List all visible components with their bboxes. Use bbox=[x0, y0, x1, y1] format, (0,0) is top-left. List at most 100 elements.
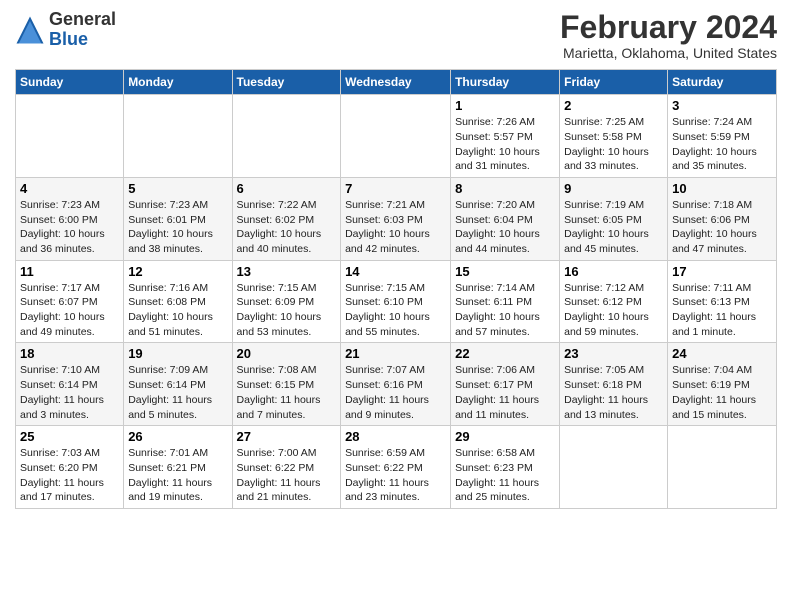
day-number: 21 bbox=[345, 346, 446, 361]
calendar-cell: 27 Sunrise: 7:00 AM Sunset: 6:22 PM Dayli… bbox=[232, 426, 341, 509]
calendar-cell: 7 Sunrise: 7:21 AM Sunset: 6:03 PM Daylig… bbox=[341, 177, 451, 260]
calendar-cell: 15Sunrise: 7:14 AM Sunset: 6:11 PM Dayli… bbox=[451, 260, 560, 343]
week-row-1: 1Sunrise: 7:26 AM Sunset: 5:57 PM Daylig… bbox=[16, 95, 777, 178]
day-number: 17 bbox=[672, 264, 772, 279]
calendar-cell bbox=[16, 95, 124, 178]
logo: General Blue bbox=[15, 10, 116, 50]
day-number: 25 bbox=[20, 429, 119, 444]
day-info: Sunrise: 7:04 AM Sunset: 6:19 PM Dayligh… bbox=[672, 363, 772, 422]
calendar-cell: 23 Sunrise: 7:05 AM Sunset: 6:18 PM Dayli… bbox=[560, 343, 668, 426]
day-info: Sunrise: 7:22 AM Sunset: 6:02 PM Dayligh… bbox=[237, 198, 337, 257]
calendar-cell bbox=[668, 426, 777, 509]
calendar-cell: 6 Sunrise: 7:22 AM Sunset: 6:02 PM Daylig… bbox=[232, 177, 341, 260]
calendar-cell: 10Sunrise: 7:18 AM Sunset: 6:06 PM Dayli… bbox=[668, 177, 777, 260]
day-number: 10 bbox=[672, 181, 772, 196]
calendar-cell bbox=[341, 95, 451, 178]
day-number: 19 bbox=[128, 346, 227, 361]
day-number: 14 bbox=[345, 264, 446, 279]
calendar-cell: 3Sunrise: 7:24 AM Sunset: 5:59 PM Daylig… bbox=[668, 95, 777, 178]
calendar-cell bbox=[232, 95, 341, 178]
day-number: 11 bbox=[20, 264, 119, 279]
day-number: 8 bbox=[455, 181, 555, 196]
weekday-header-tuesday: Tuesday bbox=[232, 70, 341, 95]
month-title: February 2024 bbox=[560, 10, 777, 45]
calendar-cell: 22 Sunrise: 7:06 AM Sunset: 6:17 PM Dayli… bbox=[451, 343, 560, 426]
calendar-cell: 4 Sunrise: 7:23 AM Sunset: 6:00 PM Daylig… bbox=[16, 177, 124, 260]
day-info: Sunrise: 6:59 AM Sunset: 6:22 PM Dayligh… bbox=[345, 446, 446, 505]
calendar-cell: 8Sunrise: 7:20 AM Sunset: 6:04 PM Daylig… bbox=[451, 177, 560, 260]
day-info: Sunrise: 7:23 AM Sunset: 6:00 PM Dayligh… bbox=[20, 198, 119, 257]
week-row-3: 11 Sunrise: 7:17 AM Sunset: 6:07 PM Dayli… bbox=[16, 260, 777, 343]
week-row-4: 18 Sunrise: 7:10 AM Sunset: 6:14 PM Dayli… bbox=[16, 343, 777, 426]
day-info: Sunrise: 7:19 AM Sunset: 6:05 PM Dayligh… bbox=[564, 198, 663, 257]
day-info: Sunrise: 7:09 AM Sunset: 6:14 PM Dayligh… bbox=[128, 363, 227, 422]
day-info: Sunrise: 7:00 AM Sunset: 6:22 PM Dayligh… bbox=[237, 446, 337, 505]
logo-line1: General bbox=[49, 9, 116, 29]
calendar-cell: 21Sunrise: 7:07 AM Sunset: 6:16 PM Dayli… bbox=[341, 343, 451, 426]
day-info: Sunrise: 7:06 AM Sunset: 6:17 PM Dayligh… bbox=[455, 363, 555, 422]
day-number: 20 bbox=[237, 346, 337, 361]
day-info: Sunrise: 7:12 AM Sunset: 6:12 PM Dayligh… bbox=[564, 281, 663, 340]
day-info: Sunrise: 7:24 AM Sunset: 5:59 PM Dayligh… bbox=[672, 115, 772, 174]
day-info: Sunrise: 7:15 AM Sunset: 6:09 PM Dayligh… bbox=[237, 281, 337, 340]
day-number: 13 bbox=[237, 264, 337, 279]
weekday-header-wednesday: Wednesday bbox=[341, 70, 451, 95]
day-number: 23 bbox=[564, 346, 663, 361]
calendar-cell: 29 Sunrise: 6:58 AM Sunset: 6:23 PM Dayli… bbox=[451, 426, 560, 509]
day-number: 29 bbox=[455, 429, 555, 444]
page-container: General Blue February 2024 Marietta, Okl… bbox=[0, 0, 792, 519]
location: Marietta, Oklahoma, United States bbox=[560, 45, 777, 61]
day-number: 18 bbox=[20, 346, 119, 361]
calendar-cell: 14 Sunrise: 7:15 AM Sunset: 6:10 PM Dayli… bbox=[341, 260, 451, 343]
day-number: 1 bbox=[455, 98, 555, 113]
day-number: 24 bbox=[672, 346, 772, 361]
title-section: February 2024 Marietta, Oklahoma, United… bbox=[560, 10, 777, 61]
day-info: Sunrise: 7:08 AM Sunset: 6:15 PM Dayligh… bbox=[237, 363, 337, 422]
day-number: 28 bbox=[345, 429, 446, 444]
weekday-header-monday: Monday bbox=[124, 70, 232, 95]
calendar-cell: 5 Sunrise: 7:23 AM Sunset: 6:01 PM Daylig… bbox=[124, 177, 232, 260]
day-number: 27 bbox=[237, 429, 337, 444]
day-number: 12 bbox=[128, 264, 227, 279]
calendar-cell: 1Sunrise: 7:26 AM Sunset: 5:57 PM Daylig… bbox=[451, 95, 560, 178]
day-number: 22 bbox=[455, 346, 555, 361]
logo-line2: Blue bbox=[49, 29, 88, 49]
day-info: Sunrise: 7:25 AM Sunset: 5:58 PM Dayligh… bbox=[564, 115, 663, 174]
day-number: 4 bbox=[20, 181, 119, 196]
logo-text: General Blue bbox=[49, 10, 116, 50]
day-info: Sunrise: 7:01 AM Sunset: 6:21 PM Dayligh… bbox=[128, 446, 227, 505]
header: General Blue February 2024 Marietta, Okl… bbox=[15, 10, 777, 61]
calendar-cell: 13 Sunrise: 7:15 AM Sunset: 6:09 PM Dayli… bbox=[232, 260, 341, 343]
day-info: Sunrise: 7:14 AM Sunset: 6:11 PM Dayligh… bbox=[455, 281, 555, 340]
calendar-cell: 25Sunrise: 7:03 AM Sunset: 6:20 PM Dayli… bbox=[16, 426, 124, 509]
weekday-header-sunday: Sunday bbox=[16, 70, 124, 95]
day-info: Sunrise: 7:10 AM Sunset: 6:14 PM Dayligh… bbox=[20, 363, 119, 422]
calendar-cell bbox=[124, 95, 232, 178]
day-number: 16 bbox=[564, 264, 663, 279]
calendar-cell: 11 Sunrise: 7:17 AM Sunset: 6:07 PM Dayli… bbox=[16, 260, 124, 343]
week-row-5: 25Sunrise: 7:03 AM Sunset: 6:20 PM Dayli… bbox=[16, 426, 777, 509]
day-number: 2 bbox=[564, 98, 663, 113]
weekday-header-thursday: Thursday bbox=[451, 70, 560, 95]
day-info: Sunrise: 7:16 AM Sunset: 6:08 PM Dayligh… bbox=[128, 281, 227, 340]
day-info: Sunrise: 6:58 AM Sunset: 6:23 PM Dayligh… bbox=[455, 446, 555, 505]
day-number: 7 bbox=[345, 181, 446, 196]
calendar-cell: 28 Sunrise: 6:59 AM Sunset: 6:22 PM Dayli… bbox=[341, 426, 451, 509]
calendar-cell bbox=[560, 426, 668, 509]
weekday-header-friday: Friday bbox=[560, 70, 668, 95]
day-info: Sunrise: 7:23 AM Sunset: 6:01 PM Dayligh… bbox=[128, 198, 227, 257]
calendar-cell: 24 Sunrise: 7:04 AM Sunset: 6:19 PM Dayli… bbox=[668, 343, 777, 426]
day-number: 9 bbox=[564, 181, 663, 196]
day-info: Sunrise: 7:15 AM Sunset: 6:10 PM Dayligh… bbox=[345, 281, 446, 340]
calendar-cell: 17Sunrise: 7:11 AM Sunset: 6:13 PM Dayli… bbox=[668, 260, 777, 343]
calendar-table: SundayMondayTuesdayWednesdayThursdayFrid… bbox=[15, 69, 777, 509]
day-number: 26 bbox=[128, 429, 227, 444]
day-number: 6 bbox=[237, 181, 337, 196]
day-info: Sunrise: 7:05 AM Sunset: 6:18 PM Dayligh… bbox=[564, 363, 663, 422]
day-info: Sunrise: 7:21 AM Sunset: 6:03 PM Dayligh… bbox=[345, 198, 446, 257]
day-info: Sunrise: 7:17 AM Sunset: 6:07 PM Dayligh… bbox=[20, 281, 119, 340]
day-number: 5 bbox=[128, 181, 227, 196]
calendar-cell: 20 Sunrise: 7:08 AM Sunset: 6:15 PM Dayli… bbox=[232, 343, 341, 426]
calendar-cell: 12 Sunrise: 7:16 AM Sunset: 6:08 PM Dayli… bbox=[124, 260, 232, 343]
weekday-header-saturday: Saturday bbox=[668, 70, 777, 95]
